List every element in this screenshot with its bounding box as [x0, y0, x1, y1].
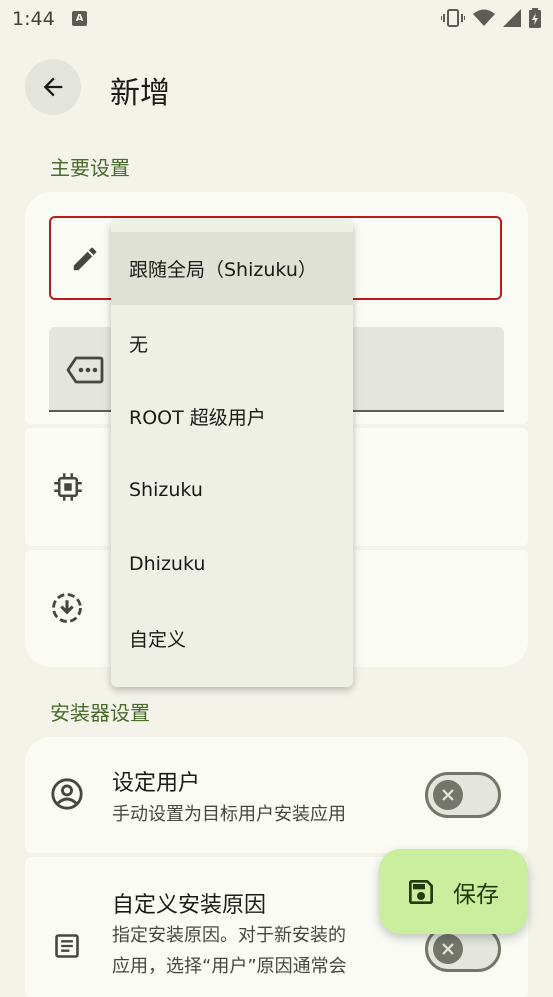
set-user-switch[interactable] [425, 772, 501, 818]
edit-icon [73, 247, 97, 271]
section-main-label: 主要设置 [50, 156, 130, 180]
save-fab[interactable]: 保存 [379, 849, 528, 934]
status-icons [441, 8, 541, 28]
save-icon [409, 879, 433, 904]
set-user-title: 设定用户 [112, 771, 201, 796]
authorizer-dropdown-menu: 跟随全局（Shizuku） 无 ROOT 超级用户 Shizuku Dhizuk… [111, 220, 353, 687]
menu-item-dhizuku[interactable]: Dhizuku [111, 527, 353, 600]
menu-item-none[interactable]: 无 [111, 307, 353, 380]
vibrate-icon [441, 9, 465, 27]
back-button[interactable] [25, 59, 81, 115]
switch-thumb [433, 780, 463, 810]
section-installer-label: 安装器设置 [50, 701, 150, 725]
chip-icon [54, 473, 82, 501]
menu-item-custom[interactable]: 自定义 [111, 602, 353, 675]
menu-item-shizuku[interactable]: Shizuku [111, 453, 353, 526]
account-circle-icon [51, 778, 83, 810]
install-reason-title: 自定义安装原因 [112, 893, 267, 918]
close-icon [442, 789, 454, 801]
signal-icon [503, 9, 521, 27]
battery-icon [529, 8, 541, 28]
status-time: 1:44 [12, 8, 55, 30]
menu-item-follow-global[interactable]: 跟随全局（Shizuku） [111, 232, 353, 305]
close-icon [442, 943, 454, 955]
install-reason-subtitle-2: 应用，选择“用户”原因通常会 [112, 956, 347, 977]
menu-item-root[interactable]: ROOT 超级用户 [111, 380, 353, 453]
list-document-icon [55, 934, 79, 958]
notification-icon: A [72, 11, 87, 26]
switch-thumb [433, 934, 463, 964]
tag-icon [66, 356, 104, 384]
set-user-subtitle: 手动设置为目标用户安装应用 [112, 804, 346, 825]
page-title: 新增 [110, 76, 170, 111]
wifi-icon [473, 9, 495, 26]
install-reason-subtitle-1: 指定安装原因。对于新安装的 [112, 925, 346, 946]
save-label: 保存 [453, 881, 499, 908]
arrow-back-icon [43, 77, 63, 97]
install-download-icon [52, 593, 82, 623]
